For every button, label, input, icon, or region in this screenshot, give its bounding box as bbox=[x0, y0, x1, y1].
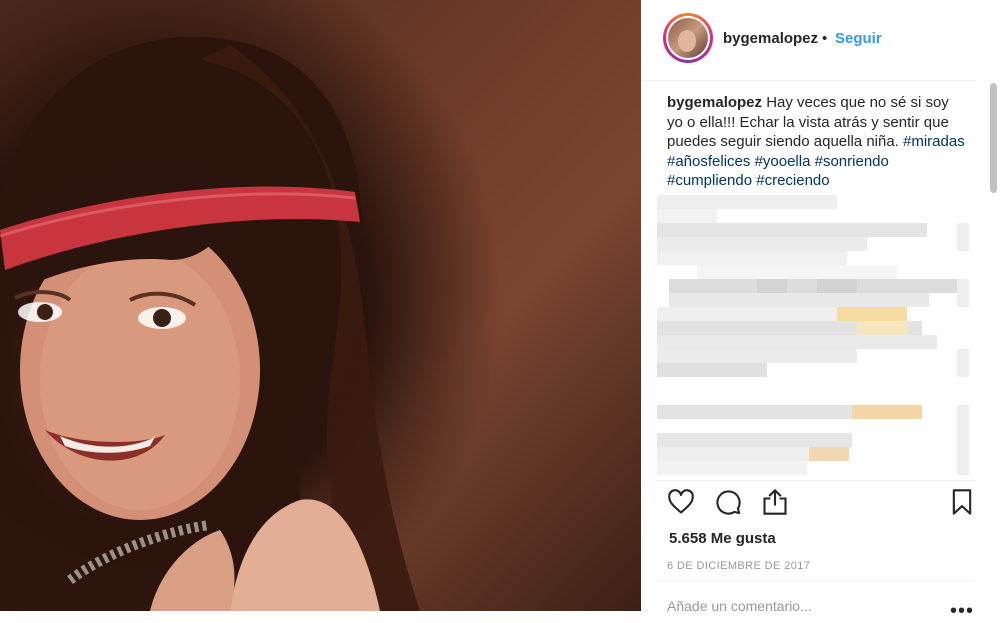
post-actions bbox=[641, 484, 1000, 528]
username-link[interactable]: bygemalopez bbox=[723, 30, 818, 47]
separator-dot: • bbox=[822, 30, 828, 47]
avatar-image bbox=[668, 18, 708, 58]
hashtag-link[interactable]: #yooella bbox=[755, 153, 811, 170]
heart-icon[interactable] bbox=[667, 488, 699, 520]
hashtag-link[interactable]: #sonriendo bbox=[815, 153, 889, 170]
like-count[interactable]: 5.658 Me gusta bbox=[669, 530, 776, 547]
comments-scrollbar[interactable] bbox=[990, 83, 997, 193]
follow-button[interactable]: Seguir bbox=[835, 30, 882, 47]
post-photo[interactable] bbox=[0, 0, 641, 611]
share-icon[interactable] bbox=[761, 488, 793, 520]
divider bbox=[655, 580, 975, 581]
hashtag-link[interactable]: #cumpliendo bbox=[667, 172, 752, 189]
ellipsis-icon[interactable]: ••• bbox=[950, 600, 974, 623]
hashtag-link[interactable]: #añosfelices bbox=[667, 153, 750, 170]
comment-input[interactable] bbox=[667, 598, 947, 614]
hashtag-link[interactable]: #creciendo bbox=[756, 172, 829, 189]
comment-icon[interactable] bbox=[714, 488, 746, 520]
caption: bygemalopez Hay veces que no sé si soy y… bbox=[667, 93, 967, 191]
caption-username[interactable]: bygemalopez bbox=[667, 94, 762, 111]
comments-area[interactable]: bygemalopez Hay veces que no sé si soy y… bbox=[641, 81, 1000, 481]
avatar[interactable] bbox=[663, 13, 713, 63]
post-header: bygemalopez • Seguir bbox=[641, 0, 976, 81]
bookmark-icon[interactable] bbox=[948, 488, 980, 520]
photo-drawing bbox=[0, 36, 420, 611]
post-date: 6 DE DICIEMBRE DE 2017 bbox=[667, 560, 811, 572]
divider bbox=[655, 480, 975, 481]
post-side-panel: bygemalopez • Seguir bygemalopez Hay vec… bbox=[641, 0, 1000, 622]
hashtag-link[interactable]: #miradas bbox=[903, 133, 965, 150]
blurred-comments bbox=[657, 195, 969, 475]
